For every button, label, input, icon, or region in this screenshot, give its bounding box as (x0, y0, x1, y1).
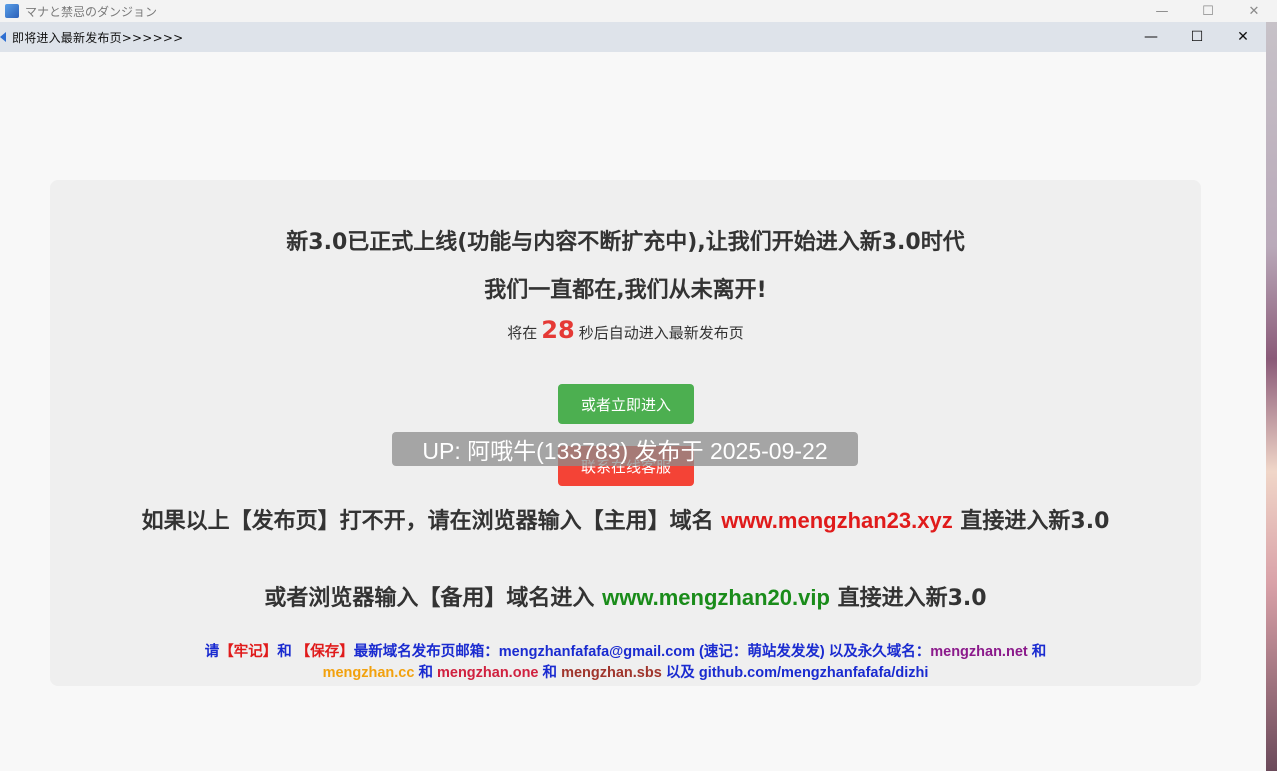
upload-watermark: UP: 阿哦牛(133783) 发布于 2025-09-22 (392, 432, 858, 466)
outer-window-title: マナと禁忌のダンジョン (25, 4, 158, 19)
footer-email-text: 最新域名发布页邮箱：mengzhanfafafa@gmail.com (速记：萌… (353, 644, 931, 660)
popup-titlebar: 即将进入最新发布页>>>>>> — ☐ ✕ (0, 22, 1266, 52)
popup-maximize-button[interactable]: ☐ (1174, 22, 1220, 52)
domain-cc-link[interactable]: mengzhan.cc (323, 665, 415, 681)
outer-maximize-button[interactable]: ☐ (1185, 0, 1231, 22)
footer-text: 和 (277, 644, 292, 660)
countdown-text: 将在 28 秒后自动进入最新发布页 (50, 316, 1201, 344)
outer-close-button[interactable]: ✕ (1231, 0, 1277, 22)
back-arrow-icon (0, 32, 6, 42)
backup-domain-suffix: 直接进入新3.0 (837, 586, 987, 611)
countdown-seconds: 28 (541, 316, 575, 344)
footer-text: 和 (542, 665, 558, 681)
backup-domain-link[interactable]: www.mengzhan20.vip (602, 585, 830, 610)
popup-close-button[interactable]: ✕ (1220, 22, 1266, 52)
domain-net-link[interactable]: mengzhan.net (930, 644, 1027, 660)
game-art-background (1266, 22, 1277, 771)
popup-title: 即将进入最新发布页>>>>>> (12, 30, 184, 45)
footer-github-text: 以及 github.com/mengzhanfafafa/dizhi (665, 665, 929, 681)
domain-sbs-link[interactable]: mengzhan.sbs (561, 665, 662, 681)
footer-text: 请 (204, 644, 220, 660)
outer-window-controls: — ☐ ✕ (1139, 0, 1277, 22)
app-icon (5, 4, 19, 18)
popup-minimize-button[interactable]: — (1128, 22, 1174, 52)
domain-one-link[interactable]: mengzhan.one (437, 665, 539, 681)
popup-window-controls: — ☐ ✕ (1128, 22, 1266, 52)
footer-text: 和 (418, 665, 433, 681)
outer-titlebar: マナと禁忌のダンジョン — ☐ ✕ (0, 0, 1277, 23)
enter-now-button[interactable]: 或者立即进入 (558, 384, 694, 424)
headline: 新3.0已正式上线(功能与内容不断扩充中),让我们开始进入新3.0时代 (286, 230, 965, 255)
primary-domain-suffix: 直接进入新3.0 (960, 509, 1110, 534)
countdown-suffix: 秒后自动进入最新发布页 (578, 324, 744, 342)
footer-notice: 请【牢记】和 【保存】最新域名发布页邮箱：mengzhanfafafa@gmai… (140, 642, 1111, 684)
footer-remember: 【牢记】 (219, 644, 278, 660)
primary-domain-text: 如果以上【发布页】打不开，请在浏览器输入【主用】域名 www.mengzhan2… (110, 506, 1141, 537)
countdown-prefix: 将在 (507, 324, 538, 342)
footer-text: 和 (1031, 644, 1047, 660)
backup-domain-text: 或者浏览器输入【备用】域名进入 www.mengzhan20.vip 直接进入新… (50, 580, 1201, 612)
footer-save: 【保存】 (295, 644, 354, 660)
popup-window: 即将进入最新发布页>>>>>> — ☐ ✕ 新3.0已正式上线(功能与内容不断扩… (0, 22, 1266, 771)
primary-domain-link[interactable]: www.mengzhan23.xyz (721, 508, 952, 533)
primary-domain-prefix: 如果以上【发布页】打不开，请在浏览器输入【主用】域名 (141, 509, 714, 534)
subheadline: 我们一直都在,我们从未离开! (484, 278, 767, 303)
outer-minimize-button[interactable]: — (1139, 0, 1185, 22)
backup-domain-prefix: 或者浏览器输入【备用】域名进入 (264, 586, 595, 611)
